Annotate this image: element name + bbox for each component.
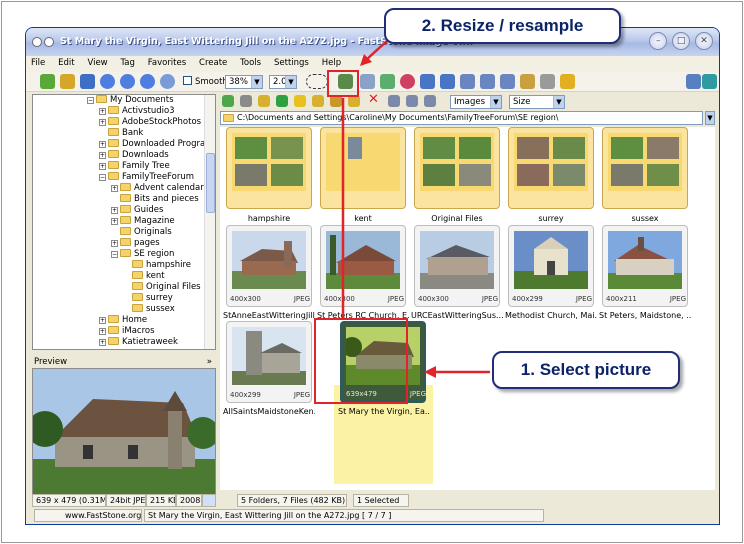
resize-arrow [365, 39, 389, 61]
select-callout: 1. Select picture [492, 351, 680, 389]
resize-callout: 2. Resize / resample [384, 8, 621, 44]
select-arrowhead [424, 366, 436, 378]
annotation-arrows [341, 39, 490, 378]
